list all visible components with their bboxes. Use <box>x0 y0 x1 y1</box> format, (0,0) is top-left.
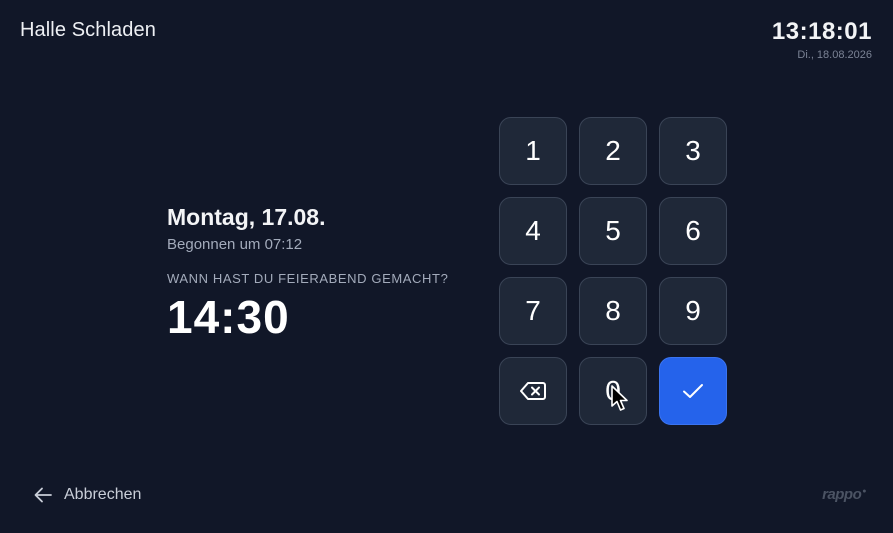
entry-started: Begonnen um 07:12 <box>167 236 303 253</box>
key-2[interactable]: 2 <box>579 117 647 185</box>
key-6[interactable]: 6 <box>659 197 727 265</box>
check-icon <box>683 384 703 398</box>
keypad: 1 2 3 4 5 6 7 8 9 0 <box>499 117 727 425</box>
arrow-left-icon <box>34 487 52 503</box>
key-3[interactable]: 3 <box>659 117 727 185</box>
entry-question: WANN HAST DU FEIERABEND GEMACHT? <box>167 271 449 286</box>
entry-time-value: 14:30 <box>167 291 290 343</box>
backspace-icon <box>520 382 546 400</box>
key-9[interactable]: 9 <box>659 277 727 345</box>
cancel-button[interactable]: Abbrechen <box>34 486 141 504</box>
clock-date: Di., 18.08.2026 <box>797 49 872 61</box>
backspace-button[interactable] <box>499 357 567 425</box>
key-8[interactable]: 8 <box>579 277 647 345</box>
cancel-label: Abbrechen <box>64 486 142 503</box>
brand-logo: rappo● <box>822 486 866 503</box>
location-title: Halle Schladen <box>20 19 156 41</box>
clock-time: 13:18:01 <box>771 18 872 45</box>
entry-panel: Montag, 17.08. Begonnen um 07:12 WANN HA… <box>167 204 448 342</box>
time-entry-screen: Halle Schladen 13:18:01 Di., 18.08.2026 … <box>0 0 893 533</box>
key-7[interactable]: 7 <box>499 277 567 345</box>
clock: 13:18:01 Di., 18.08.2026 <box>772 18 872 61</box>
brand-name: rappo <box>822 486 862 503</box>
key-5[interactable]: 5 <box>579 197 647 265</box>
key-4[interactable]: 4 <box>499 197 567 265</box>
key-0[interactable]: 0 <box>579 357 647 425</box>
confirm-button[interactable] <box>659 357 727 425</box>
key-1[interactable]: 1 <box>499 117 567 185</box>
entry-day: Montag, 17.08. <box>167 204 326 230</box>
